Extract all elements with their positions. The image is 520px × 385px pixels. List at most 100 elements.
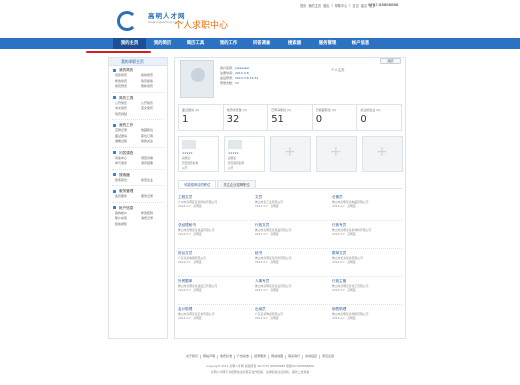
job-item[interactable]: 会计助理 佛山市高明某某五金有限公司 2014-3-7 · 高明区 (178, 307, 252, 338)
sidebar-section: 服务管理 会员服务 服务记录 (109, 187, 167, 201)
sidebar-heading[interactable]: 我的工作 (109, 122, 167, 128)
footer-link[interactable]: 联系我们 (286, 354, 304, 359)
add-resume-card[interactable]: + (316, 136, 357, 172)
sidebar-link[interactable]: 会员服务 (115, 194, 141, 200)
sidebar-heading[interactable]: 搜索器 (109, 172, 167, 178)
footer-link[interactable]: 网站声明 (201, 354, 219, 359)
footer-link[interactable]: 友情链接 (303, 354, 321, 359)
nav-item[interactable]: 搜索器 (278, 38, 311, 49)
logo-mark-icon (117, 11, 137, 31)
stat-item[interactable]: 关注的企业 (0) 0 (357, 105, 401, 130)
sidebar-links: 我的帐户 修改密码 账户充值 消费记录 短信通知 (109, 211, 167, 228)
job-item[interactable]: 外贸跟单 佛山市高明某某进出口有限公司 2014-3-7 · 高明区 (178, 279, 252, 310)
sidebar-link[interactable]: 参与测评 (115, 161, 141, 167)
job-meta: 2014-3-7 · 高明区 (178, 204, 252, 208)
sidebar-title[interactable]: 我的求职主页 (109, 58, 167, 66)
job-item[interactable]: 文员 佛山市某工业有限公司 2014-3-7 · 高明区 (255, 195, 329, 226)
footer-link[interactable]: 收费标准 (218, 354, 236, 359)
footer-link[interactable]: 关于我们 (184, 354, 202, 359)
stat-item[interactable]: 已收藏职位 (0) 0 (313, 105, 358, 130)
job-item[interactable]: 前台文员 广东某某电器有限公司 2014-3-7 · 高明区 (178, 251, 252, 282)
sidebar-link[interactable] (141, 112, 167, 118)
stat-item[interactable]: 简历浏览量 (0) 32 (224, 105, 269, 130)
sidebar-divider (112, 146, 164, 148)
top-link[interactable]: 建议 (361, 3, 367, 8)
sidebar-heading[interactable]: 简历工具 (109, 95, 167, 101)
sidebar-link[interactable]: 简历预览 (115, 84, 141, 90)
resume-card[interactable]: ★★★★★ 完整度 暂无简历名称 公开 (178, 136, 219, 172)
job-meta: 2014-3-7 · 高明区 (255, 288, 329, 292)
sidebar-link[interactable]: 简历视频 (115, 112, 141, 118)
page-title: 个人求职中心 (174, 21, 229, 31)
job-item[interactable]: 出纳员 广东某某陶瓷有限公司 2014-3-7 · 高明区 (255, 307, 329, 338)
job-item[interactable]: 行政主管 佛山市高明某某化工有限公司 2014-3-7 · 高明区 (332, 279, 406, 310)
job-list: 工程文员 广州市高明区某某科技有限公司 2014-3-7 · 高明区 文员 佛山市某工业… (176, 193, 404, 333)
stat-value: 0 (315, 114, 323, 125)
top-link[interactable]: 帮助中心 (335, 3, 348, 8)
nav-item[interactable]: 帐户信息 (344, 38, 377, 49)
top-link[interactable]: 意见 (352, 3, 358, 8)
tab-divider (178, 188, 402, 189)
job-meta: 2014-3-7 · 高明区 (255, 204, 329, 208)
sidebar-link[interactable]: 我的关注 (141, 139, 167, 145)
job-location: 高明区 (270, 260, 279, 264)
footer-link[interactable]: 招聘服务 (252, 354, 270, 359)
footer-link[interactable]: 意见反馈 (320, 354, 336, 359)
sidebar-heading[interactable]: 问答调查 (109, 150, 167, 156)
resume-level: 完整度 (182, 156, 191, 160)
personal-page-link[interactable]: 个人主页 (331, 67, 345, 72)
top-link[interactable]: 退出 (323, 3, 329, 8)
tab-item[interactable]: 可能想申请的职位 (178, 180, 217, 188)
sidebar-links: 会员服务 服务记录 (109, 194, 167, 200)
sidebar-heading[interactable]: 我的简历 (109, 67, 167, 73)
stat-item[interactable]: 面试邀请 (0) 1 (179, 105, 224, 130)
add-resume-card[interactable]: + (362, 136, 403, 172)
job-item[interactable]: 秘书 佛山市高明某某印务有限公司 2014-3-7 · 高明区 (255, 251, 329, 282)
top-link: | (331, 3, 333, 7)
sidebar-link[interactable]: 搜索职位 (115, 178, 141, 184)
sidebar-section: 简历工具 公开简历 公开简历 中文简历 英文简历 简历视频 (109, 94, 167, 119)
sidebar-link[interactable]: 搜索企业 (141, 178, 167, 184)
sidebar-link[interactable]: 刷新简历 (141, 84, 167, 90)
tab-item[interactable]: 关注企业招聘职位 (217, 180, 256, 188)
job-row-divider (178, 304, 402, 305)
job-meta: 2014-3-7 · 高明区 (255, 260, 329, 264)
sidebar-link[interactable]: 服务记录 (141, 194, 167, 200)
job-meta: 2014-3-7 · 高明区 (332, 260, 406, 264)
nav-item[interactable]: 我的简历 (146, 38, 179, 49)
sidebar-heading[interactable]: 服务管理 (109, 188, 167, 194)
job-location: 高明区 (270, 288, 279, 292)
job-item[interactable]: 行政专员 佛山市高明某某新材料有限公司 2014-3-7 · 高明区 (332, 223, 406, 254)
job-date: 2014-3-7 (255, 204, 268, 208)
sidebar-link[interactable]: 测评结果 (141, 161, 167, 167)
nav-item[interactable]: 服务管理 (311, 38, 344, 49)
job-item[interactable]: 仓管员 佛山市高明某某制品有限公司 2014-3-7 · 高明区 (332, 195, 406, 226)
resume-card[interactable]: ★★★★★ 完整度 暂无简历名称 公开 (224, 136, 265, 172)
profile-value: 12 (235, 81, 239, 85)
nav-item[interactable]: 简历工具 (179, 38, 212, 49)
job-item[interactable]: 人事专员 佛山市高明某某实业有限公司 2014-3-7 · 高明区 (255, 279, 329, 310)
sidebar-links: 应聘记录 收藏职位 面试邀请 职位订阅 谁看过我 我的关注 (109, 128, 167, 145)
sidebar-heading[interactable]: 帐户信息 (109, 205, 167, 211)
nav-item[interactable]: 问答调查 (245, 38, 278, 49)
nav-item[interactable]: 我的主页 (113, 38, 146, 49)
sidebar-link[interactable]: 谁看过我 (115, 139, 141, 145)
top-link[interactable]: 首页 (300, 3, 306, 8)
resume-button[interactable]: 简历 (380, 58, 401, 64)
profile-value: 2014-3-8 14:32 (235, 76, 259, 80)
job-item[interactable]: 销售助理 佛山市高明某某塑料有限公司 2014-3-7 · 高明区 (332, 307, 406, 338)
footer-link[interactable]: 网站地图 (269, 354, 287, 359)
job-item[interactable]: 总经理秘书 佛山市高明某某食品有限公司 2014-3-7 · 高明区 (178, 223, 252, 254)
footer-link[interactable]: 广告投放 (235, 354, 253, 359)
sidebar-link[interactable]: 短信通知 (115, 222, 141, 228)
job-item[interactable]: 工程文员 广州市高明区某某科技有限公司 2014-3-7 · 高明区 (178, 195, 252, 226)
job-location: 高明区 (347, 260, 356, 264)
add-resume-card[interactable]: + (270, 136, 311, 172)
job-item[interactable]: 行政文员 佛山市高明某某纸品有限公司 2014-3-7 · 高明区 (255, 223, 329, 254)
job-meta: 2014-3-7 · 高明区 (178, 316, 252, 320)
top-link[interactable]: 我的主页 (308, 3, 321, 8)
job-item[interactable]: 跟单文员 佛山市某某家具有限公司 2014-3-7 · 高明区 (332, 251, 406, 282)
stat-item[interactable]: 已申请职位 (0) 51 (268, 105, 313, 130)
sidebar-link[interactable] (141, 222, 167, 228)
nav-item[interactable]: 我的工作 (212, 38, 245, 49)
